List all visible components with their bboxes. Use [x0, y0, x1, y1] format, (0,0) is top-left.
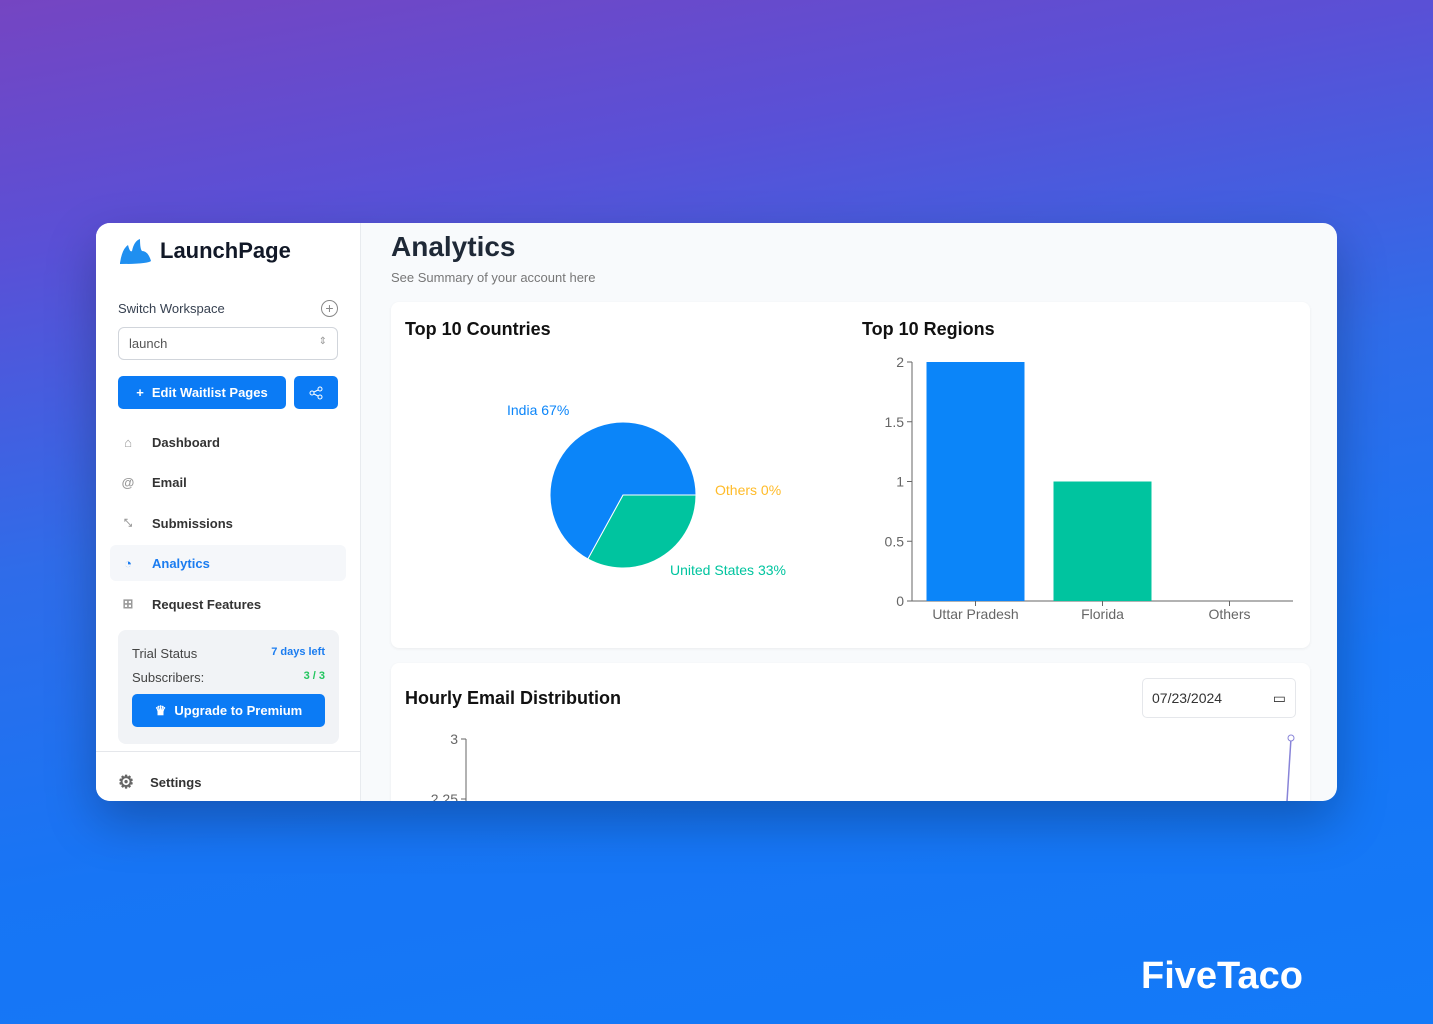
nav-label: Analytics [152, 555, 210, 571]
hourly-line-chart: 32.25 [431, 731, 1295, 801]
sidebar-item-submissions[interactable]: ⤡ Submissions [110, 505, 346, 541]
x-tick-label: Uttar Pradesh [932, 606, 1018, 622]
regions-bar-chart: 0 0.5 1 1.5 2 Uttar Pradesh Florida Others [885, 354, 1293, 622]
nav-label: Dashboard [152, 434, 220, 450]
workspace-select[interactable]: launch ⇕ [118, 327, 338, 360]
edit-waitlist-pages-button[interactable]: + Edit Waitlist Pages [118, 376, 286, 409]
upgrade-button[interactable]: ♛ Upgrade to Premium [132, 694, 325, 727]
pie-label: United States 33% [670, 562, 786, 578]
sidebar-item-dashboard[interactable]: ⌂ Dashboard [110, 424, 346, 460]
edit-button-label: Edit Waitlist Pages [151, 385, 268, 400]
subscribers-label: Subscribers: [132, 670, 205, 685]
logo-icon [120, 239, 151, 264]
share-icon [309, 386, 323, 399]
y-tick-label: 1 [896, 474, 904, 490]
y-tick-label: 1.5 [885, 414, 905, 430]
sidebar-item-analytics[interactable]: ◔ Analytics [110, 545, 346, 581]
app-window: LaunchPage Switch Workspace + launch ⇕ + Ed… [96, 223, 1337, 801]
trial-status-card: Trial Status 7 days left Subscribers: 3 / … [118, 630, 339, 744]
trial-days-left: 7 days left [271, 646, 325, 658]
workspace-value: launch [129, 336, 168, 351]
app-name: LaunchPage [160, 238, 291, 263]
bar [926, 362, 1025, 601]
nav-label: Submissions [152, 515, 233, 531]
sidebar-item-request-features[interactable]: ⊞ Request Features [110, 586, 346, 622]
sidebar-item-email[interactable]: @ Email [110, 464, 346, 500]
main-content: Analytics See Summary of your account he… [361, 223, 1337, 801]
logo[interactable]: LaunchPage [118, 237, 291, 265]
home-icon: ⌂ [124, 434, 132, 450]
settings-label: Settings [150, 775, 202, 790]
x-tick-label: Florida [1081, 606, 1124, 622]
add-workspace-icon[interactable]: + [321, 300, 338, 317]
subscribers-count: 3 / 3 [303, 670, 325, 682]
upgrade-label: Upgrade to Premium [174, 703, 303, 718]
y-tick-label: 2 [896, 354, 904, 370]
sidebar-item-settings[interactable]: ⚙ Settings [96, 751, 361, 801]
page-subtitle: See Summary of your account here [391, 270, 596, 285]
sidebar: LaunchPage Switch Workspace + launch ⇕ + Ed… [96, 223, 361, 801]
countries-pie-chart: India 67% United States 33% Others 0% [507, 402, 786, 578]
at-icon: @ [121, 474, 135, 490]
crown-icon: ♛ [154, 702, 167, 718]
y-tick-label: 2.25 [431, 791, 458, 801]
y-tick-label: 0 [896, 593, 904, 609]
nav-label: Email [152, 474, 187, 490]
fivetaco-brand: FiveTaco [1141, 955, 1303, 997]
share-button[interactable] [294, 376, 338, 409]
plus-icon: + [136, 385, 144, 400]
gear-icon: ⚙ [118, 772, 135, 792]
switch-workspace-label: Switch Workspace [118, 301, 225, 316]
pie-chart-icon: ◔ [124, 555, 132, 571]
geo-card: Top 10 Countries Top 10 Regions India 67… [391, 302, 1310, 648]
collapse-icon: ⤡ [124, 517, 132, 529]
chevron-updown-icon: ⇕ [318, 336, 327, 347]
x-tick-label: Others [1208, 606, 1250, 622]
series-line [1286, 737, 1292, 801]
hourly-card: Hourly Email Distribution 07/23/2024 ▭ 32… [391, 663, 1310, 801]
feature-board-icon: ⊞ [122, 596, 134, 611]
pie-label: Others 0% [715, 482, 781, 498]
page-title: Analytics [391, 231, 516, 262]
y-tick-label: 0.5 [885, 533, 905, 549]
nav-label: Request Features [152, 596, 262, 612]
bar [1053, 481, 1152, 601]
data-point [1287, 734, 1295, 742]
pie-label: India 67% [507, 402, 569, 418]
trial-status-label: Trial Status [132, 646, 198, 661]
y-tick-label: 3 [450, 731, 458, 747]
